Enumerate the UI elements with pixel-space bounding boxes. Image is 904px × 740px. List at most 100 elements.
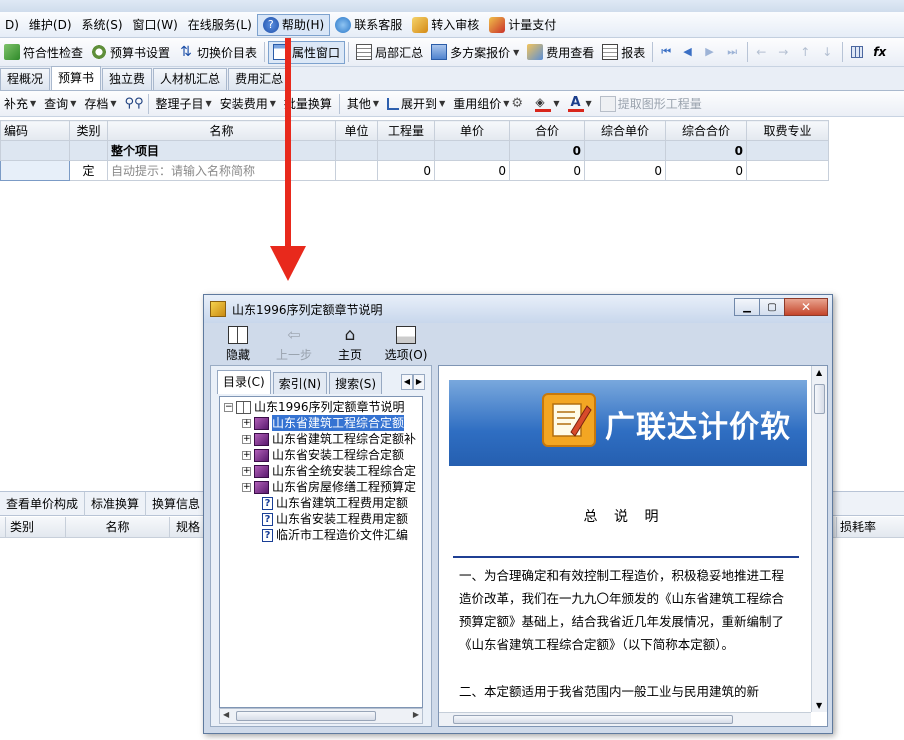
scroll-right-icon[interactable]: ▶ (413, 374, 425, 390)
cell-total-price[interactable]: 0 (509, 140, 585, 161)
cell[interactable] (0, 140, 70, 161)
scrollbar-thumb[interactable] (236, 711, 376, 721)
tree-root[interactable]: − 山东1996序列定额章节说明 (224, 399, 405, 415)
header-loss-rate[interactable]: 损耗率 (836, 517, 896, 538)
menu-item-online-service[interactable]: 在线服务(L) (183, 14, 257, 36)
table-row[interactable]: 定 自动提示：请输入名称简称 0 0 0 0 0 (0, 160, 829, 181)
organize-items-button[interactable]: 整理子目 ▼ (152, 93, 216, 115)
expand-icon[interactable]: + (242, 482, 251, 492)
header-code[interactable]: 编码 (0, 120, 70, 141)
close-button[interactable]: ✕ (784, 298, 828, 316)
first-record-icon[interactable]: ⏮ (661, 46, 673, 58)
extract-drawing-quantity-button[interactable]: 提取图形工程量 (596, 93, 706, 115)
expand-icon[interactable]: + (242, 450, 251, 460)
header-total-price[interactable]: 合价 (509, 120, 585, 141)
minimize-button[interactable]: ▁ (734, 298, 760, 316)
cell-name-hint[interactable]: 自动提示：请输入名称简称 (107, 160, 336, 181)
report-button[interactable]: 报表 (598, 41, 649, 64)
view-cost-button[interactable]: 费用查看 (523, 41, 598, 64)
expand-icon[interactable]: + (242, 418, 251, 428)
menu-item-help[interactable]: ? 帮助(H) (256, 13, 331, 36)
tab-contents[interactable]: 目录(C) (217, 370, 271, 394)
maximize-button[interactable]: ▢ (759, 298, 785, 316)
cell[interactable] (746, 140, 829, 161)
menu-item-partial[interactable]: D) (0, 14, 24, 36)
tab-search[interactable]: 搜索(S) (329, 372, 383, 394)
cell-composite-total[interactable]: 0 (665, 140, 747, 161)
cell-code-input[interactable] (0, 160, 70, 181)
cell-composite-unit-price[interactable]: 0 (584, 160, 666, 181)
options-button[interactable]: 选项(O) (378, 325, 434, 363)
expand-to-button[interactable]: 展开到 ▼ (383, 93, 449, 115)
scroll-right-icon[interactable]: ▶ (413, 710, 419, 719)
header-composite-total[interactable]: 综合合价 (665, 120, 747, 141)
compliance-check-button[interactable]: 符合性检查 (0, 41, 87, 64)
expand-icon[interactable]: + (242, 466, 251, 476)
menu-item-system[interactable]: 系统(S) (77, 14, 128, 36)
hide-button[interactable]: 隐藏 (210, 325, 266, 363)
formula-icon[interactable]: fx (873, 46, 886, 58)
header-type[interactable]: 类别 (6, 517, 66, 538)
back-button[interactable]: ⇦ 上一步 (266, 325, 322, 363)
find-button[interactable]: ⚲⚲ (121, 93, 145, 115)
tab-index[interactable]: 索引(N) (272, 372, 328, 394)
menu-item-window[interactable]: 窗口(W) (128, 14, 183, 36)
cell[interactable] (746, 160, 829, 181)
cell[interactable] (335, 160, 378, 181)
cell[interactable] (434, 140, 510, 161)
tree-item-page[interactable]: ? 临沂市工程造价文件汇编 (262, 527, 408, 543)
cell[interactable] (335, 140, 378, 161)
tree-item-book[interactable]: + 山东省全统安装工程综合定 (242, 463, 416, 479)
scroll-left-icon[interactable]: ◀ (401, 374, 413, 390)
reuse-pricing-button[interactable]: 重用组价 ▼ ⚙ (449, 93, 531, 115)
table-row-total[interactable]: 整个项目 0 0 (0, 140, 829, 161)
scroll-left-icon[interactable]: ◀ (223, 710, 229, 719)
header-fee-category[interactable]: 取费专业 (746, 120, 829, 141)
arrow-up-icon[interactable]: ↑ (800, 46, 812, 58)
tab-unit-price-composition[interactable]: 查看单价构成 (0, 491, 86, 516)
previous-record-icon[interactable]: ◀ (683, 46, 695, 58)
menu-item-transfer-review[interactable]: 转入审核 (407, 14, 484, 36)
home-button[interactable]: ⌂ 主页 (322, 325, 378, 363)
arrow-down-icon[interactable]: ↓ (822, 46, 834, 58)
archive-button[interactable]: 存档 ▼ (80, 93, 120, 115)
partial-summary-button[interactable]: 局部汇总 (352, 41, 427, 64)
header-quantity[interactable]: 工程量 (377, 120, 435, 141)
tab-cost-summary[interactable]: 费用汇总 (228, 68, 291, 90)
cell[interactable] (69, 140, 108, 161)
font-color-button[interactable]: A ▼ (564, 93, 596, 115)
batch-conversion-button[interactable]: 批量换算 (280, 93, 336, 115)
cell[interactable] (377, 140, 435, 161)
scroll-up-icon[interactable]: ▲ (816, 368, 822, 377)
tab-standard-conversion[interactable]: 标准换算 (85, 491, 147, 516)
scroll-down-icon[interactable]: ▼ (816, 701, 822, 710)
header-unit[interactable]: 单位 (335, 120, 378, 141)
tree-horizontal-scrollbar[interactable]: ◀ ▶ (219, 708, 423, 724)
query-button[interactable]: 查询 ▼ (40, 93, 80, 115)
scrollbar-thumb[interactable] (814, 384, 825, 414)
tab-project-overview[interactable]: 程概况 (0, 68, 51, 90)
menu-item-maintain[interactable]: 维护(D) (24, 14, 77, 36)
arrow-right-icon[interactable]: → (778, 46, 790, 58)
header-name[interactable]: 名称 (107, 120, 336, 141)
header-composite-unit-price[interactable]: 综合单价 (584, 120, 666, 141)
tree-item-book[interactable]: + 山东省建筑工程综合定额 (242, 415, 405, 431)
content-vertical-scrollbar[interactable]: ▲ ▼ (811, 366, 827, 712)
menu-item-measurement-payment[interactable]: 计量支付 (484, 14, 561, 36)
header-unit-price[interactable]: 单价 (434, 120, 510, 141)
header-name[interactable]: 名称 (66, 517, 170, 538)
help-window-title-bar[interactable]: 山东1996序列定额章节说明 ▁ ▢ ✕ (204, 295, 832, 323)
budget-settings-button[interactable]: 预算书设置 (87, 41, 174, 64)
menu-item-contact-support[interactable]: 联系客服 (330, 14, 407, 36)
cell-type[interactable]: 定 (69, 160, 108, 181)
scrollbar-thumb[interactable] (453, 715, 733, 724)
tree-item-page[interactable]: ? 山东省安装工程费用定额 (262, 511, 408, 527)
properties-window-button[interactable]: 属性窗口 (268, 40, 346, 64)
tree-item-book[interactable]: + 山东省安装工程综合定额 (242, 447, 404, 463)
cell-composite-total[interactable]: 0 (665, 160, 747, 181)
tree-item-page[interactable]: ? 山东省建筑工程费用定额 (262, 495, 408, 511)
fill-color-button[interactable]: ◈ ▼ (531, 93, 563, 115)
installation-cost-button[interactable]: 安装费用 ▼ (216, 93, 280, 115)
cell-unit-price[interactable]: 0 (434, 160, 510, 181)
other-button[interactable]: 其他 ▼ (343, 93, 383, 115)
